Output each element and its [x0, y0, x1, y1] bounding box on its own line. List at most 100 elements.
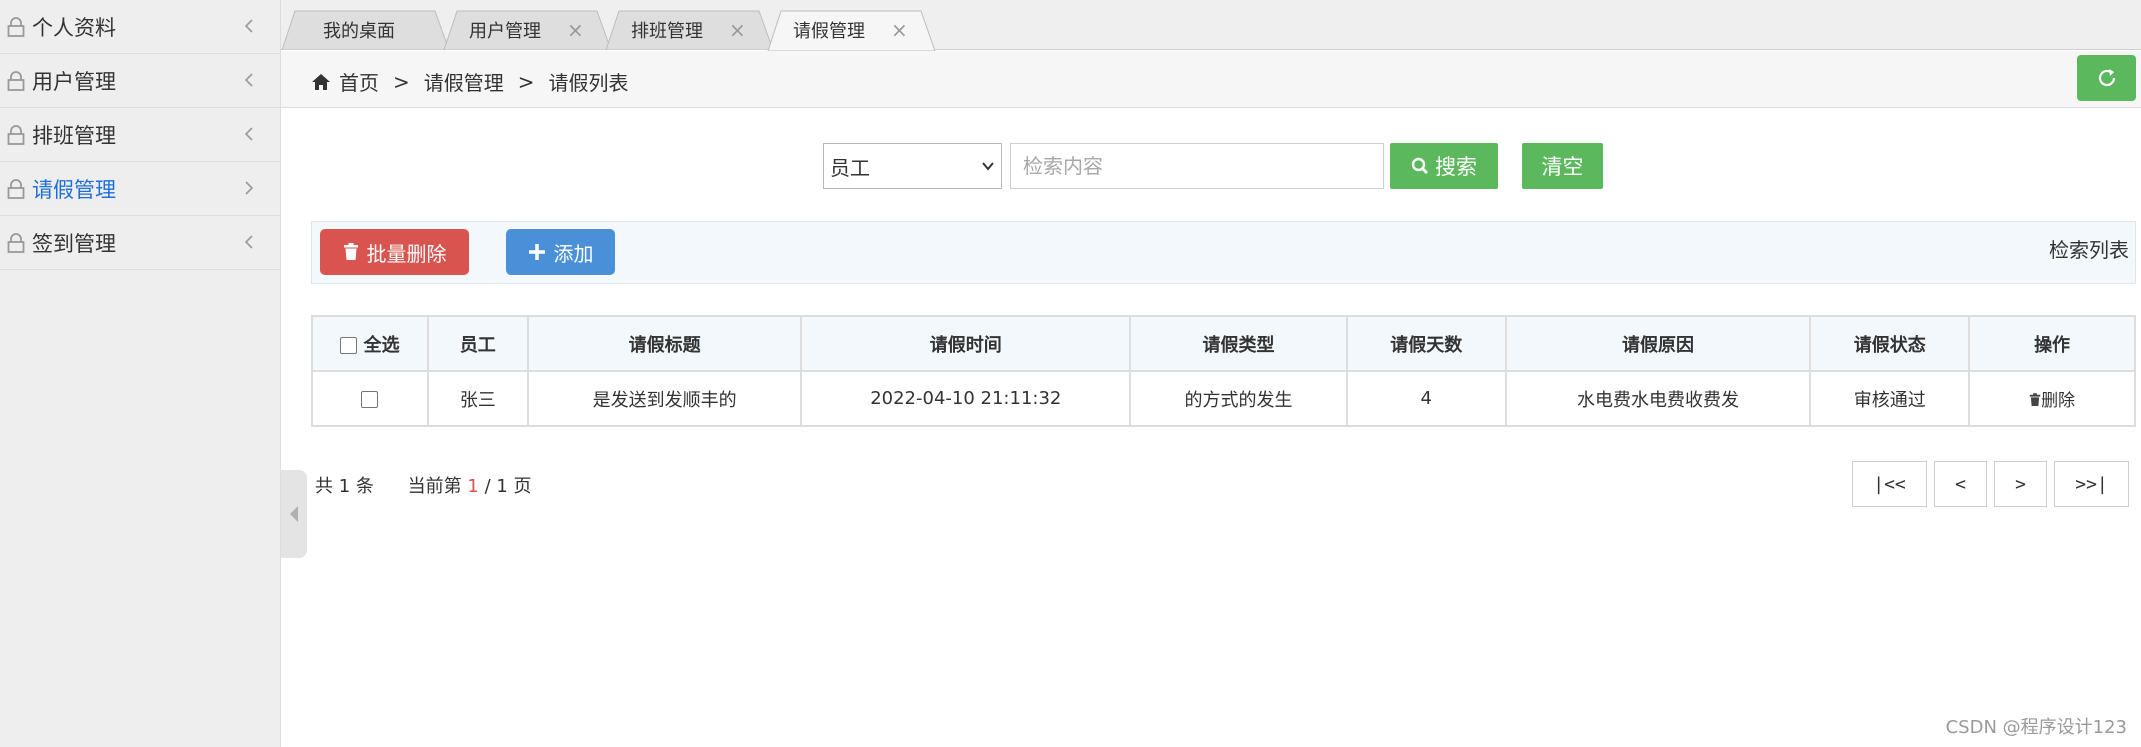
first-page-button[interactable]: |<<: [1852, 461, 1927, 507]
cell-reason: 水电费水电费收费发: [1504, 370, 1812, 427]
tab-label: 请假管理: [793, 21, 865, 42]
plus-icon: [528, 244, 545, 260]
cell-title: 是发送到发顺丰的: [526, 370, 803, 427]
sidebar-item-label: 签到管理: [32, 231, 116, 256]
close-icon[interactable]: ×: [891, 18, 908, 42]
tab-leave-active[interactable]: 请假管理 ×: [767, 10, 937, 51]
header-select-all: 全选: [311, 315, 429, 372]
last-page-button[interactable]: >>|: [2054, 461, 2129, 507]
delete-label: 删除: [2041, 391, 2076, 411]
lock-icon: [7, 16, 25, 37]
header-status: 请假状态: [1809, 315, 1971, 372]
sidebar-item-users[interactable]: 用户管理: [0, 54, 280, 108]
caret-left-icon: [290, 506, 298, 522]
refresh-icon: [2098, 69, 2115, 87]
cell-status: 审核通过: [1809, 370, 1971, 427]
chevron-left-icon: [244, 73, 253, 87]
batch-delete-label: 批量删除: [366, 241, 447, 266]
header-employee: 员工: [426, 315, 529, 372]
search-form: 员工 搜索 清空: [823, 143, 1603, 189]
close-icon[interactable]: ×: [729, 18, 746, 42]
batch-delete-button[interactable]: 批量删除: [320, 229, 469, 275]
chevron-down-icon: [982, 162, 994, 171]
sidebar-item-leave[interactable]: 请假管理: [0, 162, 280, 216]
tab-bar: 我的桌面 用户管理 × 排班管理 × 请假管理 ×: [281, 0, 2141, 51]
close-icon[interactable]: ×: [567, 18, 584, 42]
tab-desktop[interactable]: 我的桌面: [281, 10, 451, 50]
add-button[interactable]: 添加: [506, 229, 615, 275]
total-count: 1: [338, 476, 351, 497]
tab-label: 排班管理: [631, 21, 703, 42]
search-field-select[interactable]: 员工: [823, 143, 1002, 189]
trash-icon: [2029, 393, 2041, 406]
breadcrumb-bar: 首页 > 请假管理 > 请假列表: [281, 51, 2141, 108]
header-title: 请假标题: [526, 315, 803, 372]
chevron-right-icon: [245, 181, 254, 195]
lock-icon: [7, 70, 25, 91]
sidebar: 个人资料 用户管理 排班管理 请假管理 签到管理: [0, 0, 281, 747]
panel-title: 检索列表: [2049, 238, 2129, 262]
cell-type: 的方式的发生: [1129, 370, 1348, 427]
pager: |<< < > >>|: [1852, 461, 2129, 507]
sidebar-item-label: 个人资料: [32, 15, 116, 40]
watermark: CSDN @程序设计123: [1945, 717, 2127, 738]
select-all-checkbox[interactable]: [340, 337, 358, 354]
tab-users[interactable]: 用户管理 ×: [443, 10, 613, 50]
lock-icon: [7, 124, 25, 145]
breadcrumb-leave[interactable]: 请假管理: [424, 67, 504, 96]
header-ops: 操作: [1968, 315, 2136, 372]
sidebar-item-label: 排班管理: [32, 123, 116, 148]
search-button-label: 搜索: [1435, 155, 1477, 179]
cell-days: 4: [1345, 370, 1507, 427]
cell-time: 2022-04-10 21:11:32: [800, 370, 1132, 427]
pagination-info: 共 1 条 当前第 1 / 1 页: [315, 472, 532, 498]
cell-ops: 删除: [1968, 370, 2136, 427]
tab-schedule[interactable]: 排班管理 ×: [605, 10, 775, 50]
lock-icon: [7, 178, 25, 199]
home-icon: [312, 73, 330, 90]
breadcrumb-home[interactable]: 首页: [339, 67, 379, 96]
sidebar-item-label: 请假管理: [32, 177, 116, 202]
total-suffix: 条: [355, 476, 374, 497]
cell-employee: 张三: [426, 370, 529, 427]
clear-button-label: 清空: [1541, 155, 1584, 179]
search-button[interactable]: 搜索: [1390, 143, 1498, 189]
lock-icon: [7, 232, 25, 253]
row-select-cell: [311, 370, 429, 427]
tab-label: 用户管理: [469, 21, 541, 42]
sidebar-collapse-handle[interactable]: [281, 470, 307, 558]
chevron-left-icon: [244, 127, 253, 141]
leave-table: 全选 员工 请假标题 请假时间 请假类型 请假天数 请假原因 请假状态 操作 张…: [311, 315, 2136, 427]
search-input[interactable]: [1010, 143, 1384, 189]
row-delete-link[interactable]: 删除: [2029, 391, 2075, 411]
current-page: 1: [467, 476, 479, 497]
row-checkbox[interactable]: [361, 390, 379, 408]
sidebar-item-schedule[interactable]: 排班管理: [0, 108, 280, 162]
clear-button[interactable]: 清空: [1522, 143, 1603, 189]
header-time: 请假时间: [800, 315, 1132, 372]
chevron-left-icon: [244, 235, 253, 249]
search-icon: [1411, 157, 1428, 174]
breadcrumb-separator: >: [517, 69, 535, 94]
header-reason: 请假原因: [1504, 315, 1812, 372]
select-value: 员工: [830, 155, 870, 180]
breadcrumb: 首页 > 请假管理 > 请假列表: [311, 67, 629, 96]
sidebar-item-profile[interactable]: 个人资料: [0, 0, 280, 54]
refresh-button[interactable]: [2077, 55, 2136, 101]
header-days: 请假天数: [1345, 315, 1507, 372]
current-prefix: 当前第: [407, 476, 462, 497]
sidebar-item-signin[interactable]: 签到管理: [0, 216, 280, 270]
prev-page-button[interactable]: <: [1934, 461, 1987, 507]
table-row: 张三 是发送到发顺丰的 2022-04-10 21:11:32 的方式的发生 4…: [311, 370, 2136, 427]
total-prefix: 共: [315, 476, 333, 497]
sidebar-item-label: 用户管理: [32, 69, 116, 94]
breadcrumb-separator: >: [393, 69, 410, 94]
breadcrumb-current: 请假列表: [548, 71, 629, 95]
tab-label: 我的桌面: [323, 21, 395, 42]
action-panel: 批量删除 添加 检索列表: [311, 221, 2136, 284]
page-total: / 1 页: [484, 476, 532, 497]
chevron-left-icon: [244, 19, 253, 33]
header-label: 全选: [363, 334, 400, 356]
next-page-button[interactable]: >: [1994, 461, 2047, 507]
add-button-label: 添加: [553, 241, 594, 266]
